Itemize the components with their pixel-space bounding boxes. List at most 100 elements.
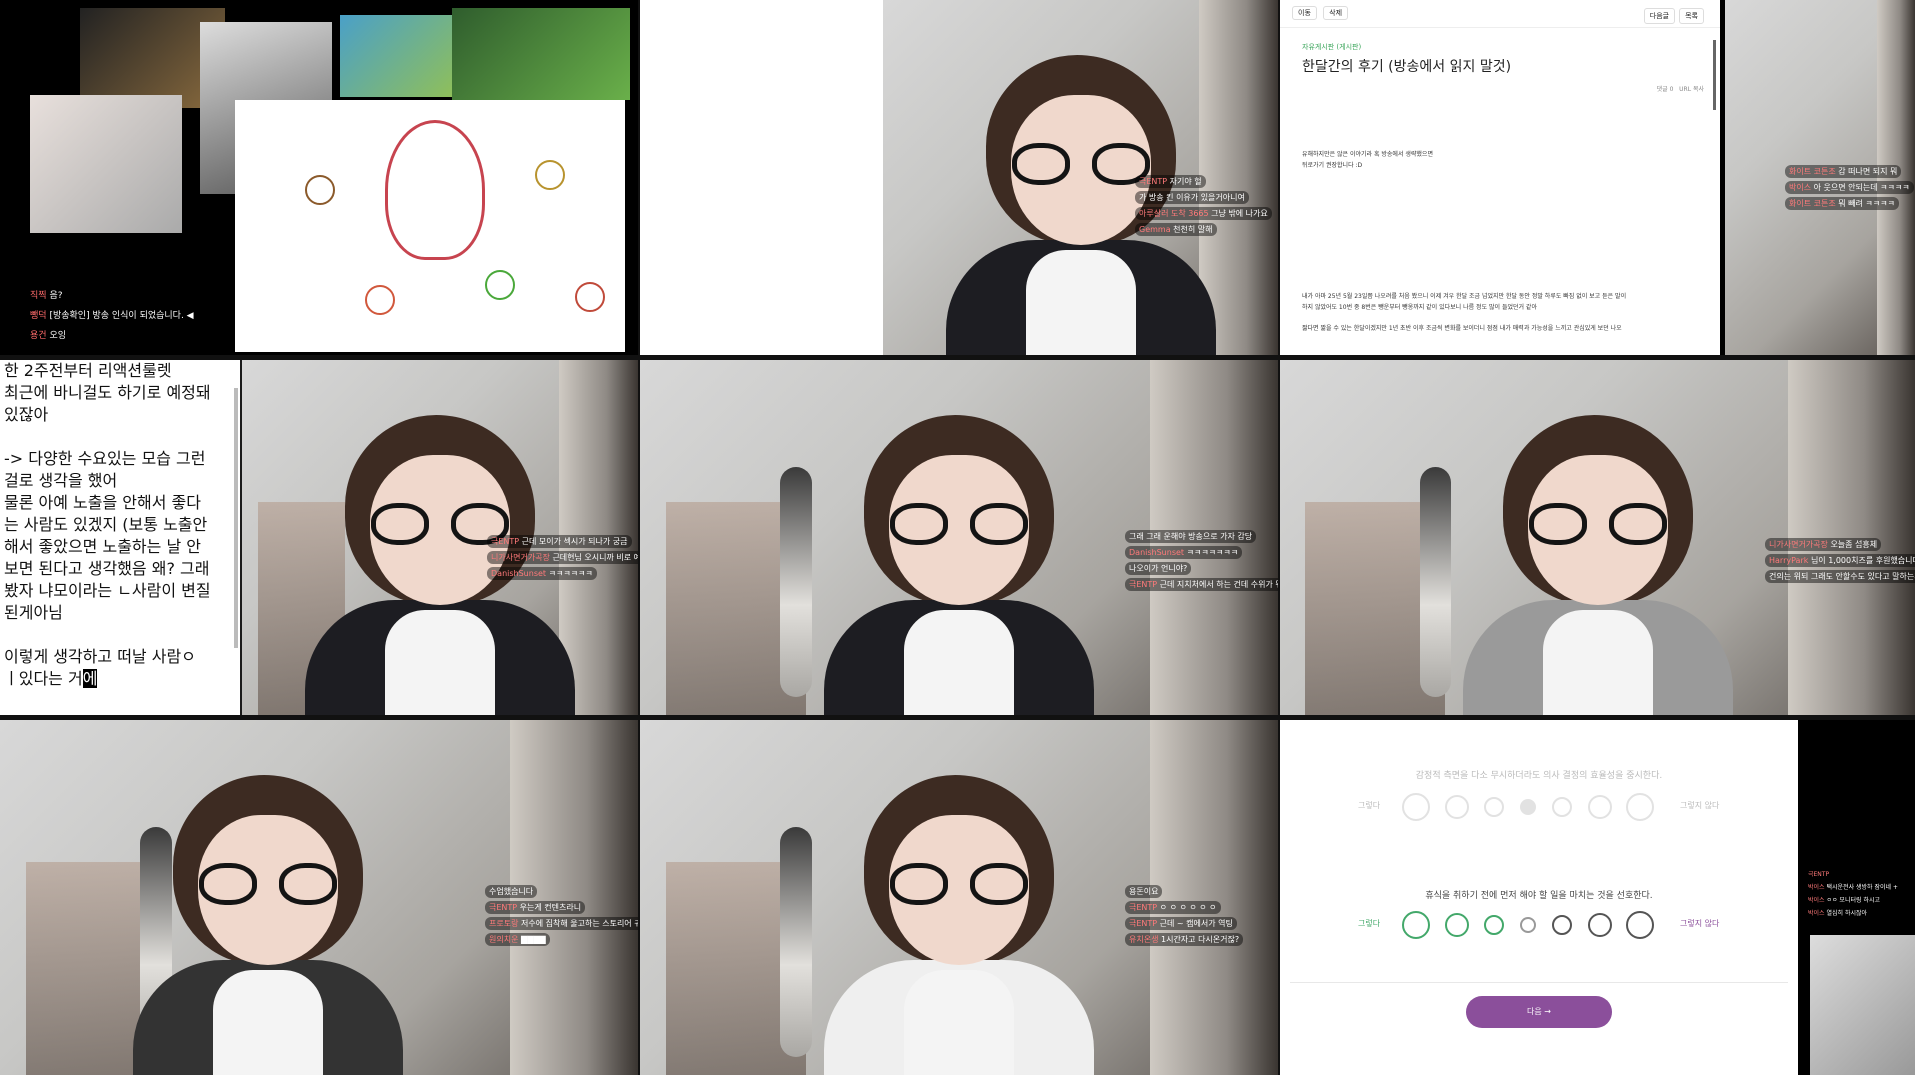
chat-line: 용건 오잉 (30, 331, 66, 341)
chat-line: 건의는 위되 그래도 안할수도 있다고 말하는게 좋아요 (1765, 570, 1915, 583)
chat-line: 용돈이요 (1125, 885, 1163, 898)
chat-line: 극ENTP 근데 ~ 캠에서가 역팅 (1125, 917, 1237, 930)
post-meta: 댓글 0 URL 복사 (1302, 84, 1720, 93)
chat-line: 니가사면거가곡장 오늘좀 섭흥체 (1765, 538, 1882, 551)
option-circle[interactable] (1588, 795, 1612, 819)
chat-line: 박이스 열심히 하시잖아 (1804, 909, 1872, 919)
chat-line: 원의치운 ▇▇▇▇ (485, 933, 550, 946)
scrollbar[interactable] (1713, 40, 1716, 110)
chat-overlay: 극ENTP 근데 모이가 섹시가 되나가 궁금 니가사면거가곡장 근데현님 오시… (487, 535, 638, 583)
chat-line: 수업했습니다 (485, 885, 538, 898)
scrollbar[interactable] (234, 388, 238, 648)
streamer (794, 745, 1124, 1075)
panel-webcam-1: 극ENTP 자기야 헐 가 방송 킨 이유가 있을거아니여 아루살러 도착 36… (640, 0, 1278, 355)
chat-line: 프로토랑 저수에 집착해 울고하는 스토리어 귀하거든요 (485, 917, 638, 930)
url-copy-button[interactable]: URL 복사 (1679, 86, 1704, 93)
option-circle[interactable] (1626, 911, 1654, 939)
panel-webcam-5: 용돈이요 극ENTP ㅇ ㅇ ㅇ ㅇ ㅇ ㅇ 극ENTP 근데 ~ 캠에서가 역… (640, 720, 1278, 1075)
answer-scale-1: 그렇다 그렇지 않다 (1280, 792, 1798, 822)
chat-overlay: 수업했습니다 극ENTP 우는게 컨텐츠라니 프로토랑 저수에 집착해 울고하는… (485, 885, 638, 949)
notepad[interactable]: 한 2주전부터 리액션룰렛 최근에 바니걸도 하기로 예정돼 있잖아 -> 다양… (0, 360, 240, 715)
post-paragraph: 짧다면 짧을 수 있는 한달이겠지만 1년 초반 이후 조금씩 변화를 보이더니… (1302, 325, 1622, 332)
panel-webcam-2: 그래 그래 운해야 방송으로 가자 감당 DanishSunset ㅋㅋㅋㅋㅋㅋ… (640, 360, 1278, 715)
chat-line: 박이스 아 웃으면 안되는데 ㅋㅋㅋㅋ (1785, 181, 1914, 194)
breadcrumb[interactable]: 자유게시판 (게시판) (1302, 42, 1720, 52)
panel-document: 이동 삭제 목록 다음글 자유게시판 (게시판) 한달간의 후기 (방송에서 읽… (1280, 0, 1915, 355)
divider (1290, 982, 1788, 983)
chat-line: DanishSunset ㅋㅋㅋㅋㅋㅋ (487, 567, 597, 580)
option-circle[interactable] (1552, 797, 1572, 817)
move-button[interactable]: 이동 (1292, 6, 1317, 20)
disagree-label: 그렇지 않다 (1680, 801, 1720, 810)
chat-overlay: 화이트 코튼조 감 떠나면 되지 뭐 박이스 아 웃으면 안되는데 ㅋㅋㅋㅋ 화… (1785, 165, 1914, 213)
seed-drawing-2 (535, 160, 565, 190)
chat-line: 가 방송 킨 이유가 있을거아니여 (1135, 191, 1249, 204)
cartoon-thumbnail-2 (452, 8, 630, 100)
list-button[interactable]: 목록 (1679, 8, 1704, 24)
tomato-drawing (365, 285, 395, 315)
chat-line: 뺑덕 [방송확인] 방송 인식이 되었습니다. ◀ (30, 311, 194, 321)
cartoon-thumbnail (340, 15, 452, 97)
next-button[interactable]: 다음 → (1466, 996, 1612, 1028)
agree-label: 그렇다 (1358, 801, 1381, 810)
chat-line: 아루살러 도착 3665 그냥 밖에 나가요 (1135, 207, 1272, 220)
option-circle[interactable] (1402, 911, 1430, 939)
agree-label: 그렇다 (1358, 919, 1381, 928)
streamer (1433, 385, 1763, 715)
chat-overlay: 용돈이요 극ENTP ㅇ ㅇ ㅇ ㅇ ㅇ ㅇ 극ENTP 근데 ~ 캠에서가 역… (1125, 885, 1244, 949)
chat-line: 니가사면거가곡장 근데현님 오시니까 비로 예는 좋보하는거해 (487, 551, 638, 564)
answer-scale-2: 그렇다 그렇지 않다 (1280, 910, 1798, 940)
chat-line: 화이트 코튼조 뭐 빼려 ㅋㅋㅋㅋ (1785, 197, 1899, 210)
panel-notes: 한 2주전부터 리액션룰렛 최근에 바니걸도 하기로 예정돼 있잖아 -> 다양… (0, 360, 638, 715)
chat-line: DanishSunset ㅋㅋㅋㅋㅋㅋㅋ (1125, 546, 1243, 559)
option-circle[interactable] (1588, 913, 1612, 937)
chat-line: 극ENTP 우는게 컨텐츠라니 (485, 901, 586, 914)
post-paragraph: 하지 않았어도 10번 중 8번은 뺑운부터 뺑옹까지 같이 있다보니 나름 정… (1302, 304, 1537, 311)
chat-overlay: 극ENTP 자기야 헐 가 방송 킨 이유가 있을거아니여 아루살러 도착 36… (1135, 175, 1272, 239)
option-circle[interactable] (1445, 913, 1469, 937)
option-circle[interactable] (1484, 915, 1504, 935)
webcam-thumbnail (1810, 935, 1915, 1075)
post-paragraph: 유해하지만은 않은 이야기라 혹 방송에서 생략했으면 (1302, 151, 1433, 158)
post-title: 한달간의 후기 (방송에서 읽지 말것) (1302, 59, 1512, 75)
disagree-label: 그렇지 않다 (1680, 919, 1720, 928)
chat-line: 화이트 코튼조 감 떠나면 되지 뭐 (1785, 165, 1902, 178)
question-2: 휴식을 취하기 전에 먼저 해야 할 일을 마치는 것을 선호한다. (1425, 891, 1653, 901)
chat-overlay: 그래 그래 운해야 방송으로 가자 감당 DanishSunset ㅋㅋㅋㅋㅋㅋ… (1125, 530, 1278, 594)
next-post-button[interactable]: 다음글 (1643, 8, 1676, 24)
pea-drawing (485, 270, 515, 300)
chat-line: 그래 그래 운해야 방송으로 가자 감당 (1125, 530, 1257, 543)
webcam-thumbnail (30, 95, 182, 233)
option-circle-selected[interactable] (1520, 799, 1536, 815)
drawing-canvas (235, 100, 625, 352)
comment-count[interactable]: 댓글 0 (1657, 86, 1674, 93)
post-toolbar: 이동 삭제 목록 다음글 (1280, 0, 1720, 28)
option-circle[interactable] (1552, 915, 1572, 935)
forum-post: 이동 삭제 목록 다음글 자유게시판 (게시판) 한달간의 후기 (방송에서 읽… (1280, 0, 1720, 355)
option-circle[interactable] (1626, 793, 1654, 821)
option-circle[interactable] (1402, 793, 1430, 821)
chat-line: HarryPark 님이 1,000치즈를 후원했습니다 (1765, 554, 1915, 567)
chat-overlay: 극ENTP 박이스 택시운전사 생방하 잠이네 + 박이스 ㅇㅇ 모니터링 하시… (1804, 870, 1902, 922)
option-circle[interactable] (1520, 917, 1536, 933)
owl-drawing (385, 120, 485, 260)
chat-line: 유치온생 1시간자고 다시온거잖? (1125, 933, 1244, 946)
panel-webcam-4: 수업했습니다 극ENTP 우는게 컨텐츠라니 프로토랑 저수에 집착해 울고하는… (0, 720, 638, 1075)
chat-line: 극ENTP 자기야 헐 (1135, 175, 1206, 188)
seed-drawing (305, 175, 335, 205)
delete-button[interactable]: 삭제 (1323, 6, 1349, 20)
option-circle[interactable] (1484, 797, 1504, 817)
chat-overlay: 니가사면거가곡장 오늘좀 섭흥체 HarryPark 님이 1,000치즈를 후… (1765, 538, 1915, 586)
streamer (794, 385, 1124, 715)
streamer (103, 745, 433, 1075)
blank-window (640, 0, 883, 355)
chat-line: 극ENTP 근데 모이가 섹시가 되나가 궁금 (487, 535, 632, 548)
panel-drawing-stream: 직찍 음? 뺑덕 [방송확인] 방송 인식이 되었습니다. ◀ 용건 오잉 (0, 0, 638, 355)
post-paragraph: 뒤로가기 권장합니다 :D (1302, 162, 1363, 169)
chat-line: 나오이가 언니야? (1125, 562, 1192, 575)
question-1: 감정적 측면을 다소 무시하더라도 의사 결정의 효율성을 중시한다. (1415, 771, 1663, 781)
personality-test: 감정적 측면을 다소 무시하더라도 의사 결정의 효율성을 중시한다. 그렇다 … (1280, 720, 1798, 1075)
option-circle[interactable] (1445, 795, 1469, 819)
chat-line: 박이스 ㅇㅇ 모니터링 하시고 (1804, 896, 1884, 906)
post-paragraph: 내가 아마 25년 5월 23일쯤 나오려를 처음 봤으니 이제 겨우 한달 조… (1302, 293, 1627, 300)
